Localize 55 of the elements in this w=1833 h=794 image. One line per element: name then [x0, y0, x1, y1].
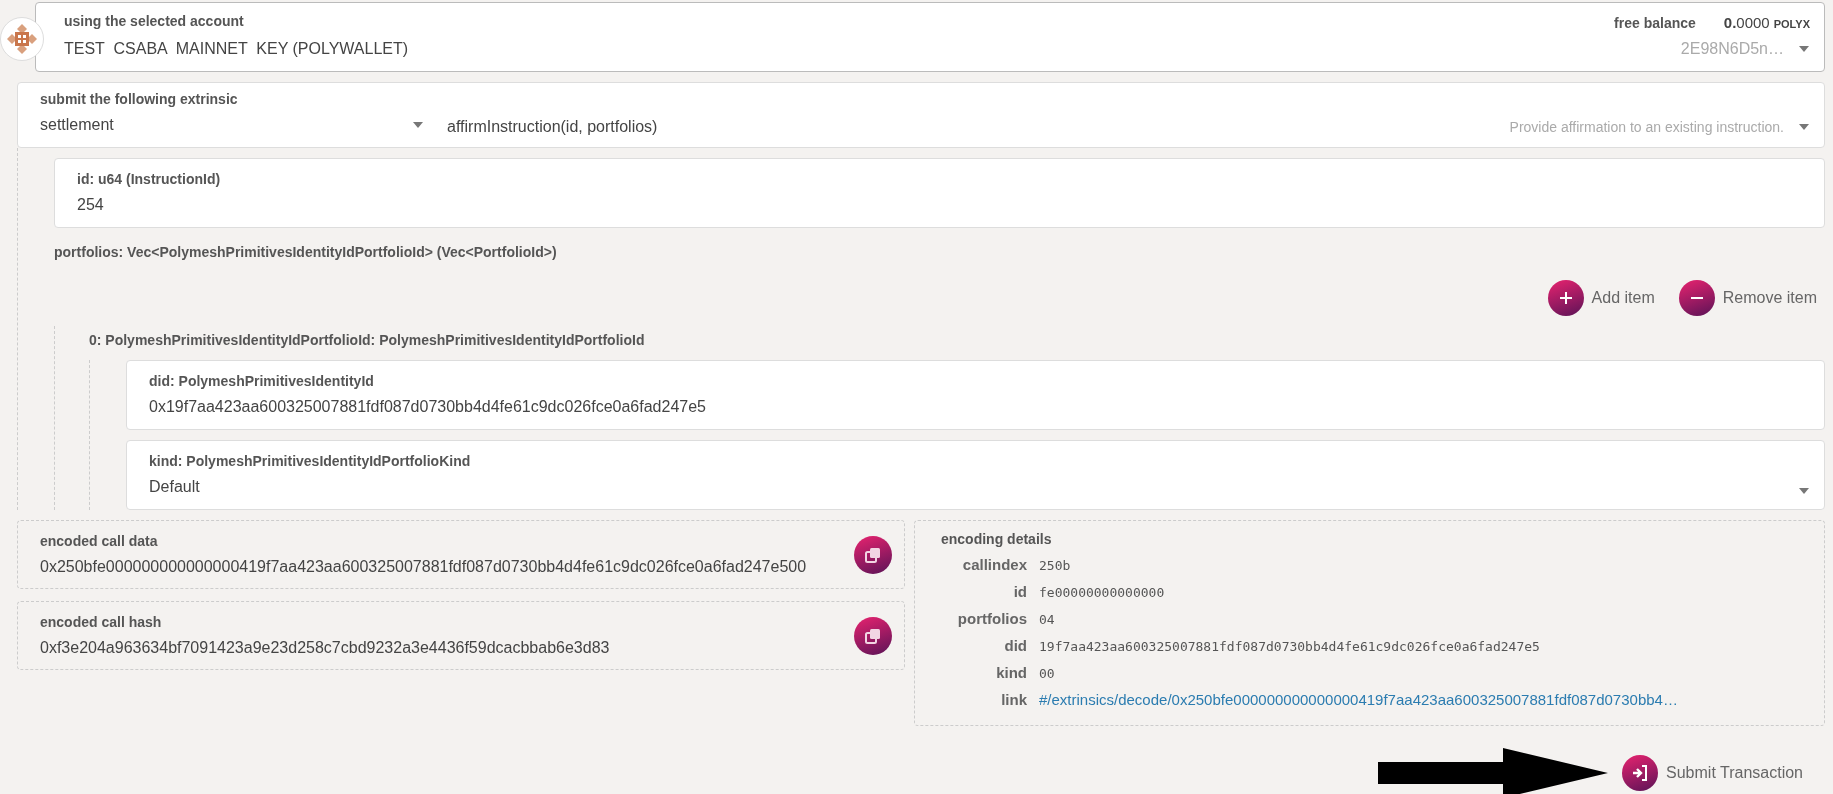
details-title: encoding details — [941, 530, 1053, 549]
encoded-label: encoded call hash — [40, 612, 163, 632]
detail-value: 19f7aa423aa600325007881fdf087d0730bb4d4fe61c9dc026fce0a6fad247e5 — [1039, 639, 1541, 654]
plus-icon — [1557, 290, 1574, 306]
copy-button[interactable] — [854, 535, 892, 574]
detail-key: link — [941, 688, 1027, 711]
field-value: Default — [149, 477, 201, 497]
detail-key: kind — [941, 661, 1027, 684]
input-field[interactable]: id: u64 (InstructionId) 254 — [54, 158, 1825, 228]
remove-item-button[interactable]: Remove item — [1678, 280, 1817, 316]
copy-icon — [864, 626, 882, 645]
detail-value: fe00000000000000 — [1039, 585, 1166, 600]
balance-label: free balance — [1614, 14, 1696, 33]
avatar-icon — [0, 17, 44, 61]
account-dropdown[interactable]: using the selected account TEST CSABA MAINNET KEY (POLYWALLET) free balance 0.0000 POLYX 2E98N6D5n… — [35, 2, 1825, 72]
method-description: Provide affirmation to an existing instruction. — [1509, 119, 1784, 135]
detail-value: 04 — [1039, 612, 1056, 627]
detail-value: 00 — [1039, 666, 1056, 681]
detail-key: id — [941, 580, 1027, 603]
minus-icon — [1688, 297, 1705, 299]
account-address: 2E98N6D5n… — [1680, 40, 1784, 58]
extrinsic-label: submit the following extrinsic — [40, 90, 239, 109]
detail-value: 250b — [1039, 558, 1072, 573]
caret-icon — [412, 121, 424, 129]
account-label: using the selected account — [64, 12, 245, 31]
caret-icon — [1798, 487, 1810, 495]
field-value: 0x19f7aa423aa600325007881fdf087d0730bb4d4fe61c9dc026fce0a6fad247e5 — [149, 397, 707, 417]
detail-key: portfolios — [941, 607, 1027, 630]
balance-value: 0.0000 POLYX — [1723, 13, 1810, 33]
section-dropdown[interactable]: submit the following extrinsic settlement — [40, 89, 436, 147]
field-label: did: PolymeshPrimitivesIdentityId — [149, 372, 375, 391]
encoded-value: 0xf3e204a963634bf7091423a9e23d258c7cbd9232a3e4436f59dcacbbab6e3d83 — [40, 637, 610, 658]
dropdown-field[interactable]: kind: PolymeshPrimitivesIdentityIdPortfolioKind Default — [126, 440, 1825, 510]
detail-key: did — [941, 634, 1027, 657]
submit-button[interactable]: Submit Transaction — [1622, 755, 1803, 791]
encoded-value: 0x250bfe000000000000000419f7aa423aa600325007881fdf087d0730bb4d4fe61c9dc026fce0a6fad247e500 — [40, 556, 807, 577]
param-label: portfolios: Vec<PolymeshPrimitivesIdentityIdPortfolioId> (Vec<PortfolioId>) — [54, 243, 558, 262]
account-name: TEST CSABA MAINNET KEY (POLYWALLET) — [64, 39, 409, 59]
input-field[interactable]: did: PolymeshPrimitivesIdentityId 0x19f7aa423aa600325007881fdf087d0730bb4d4fe61c9dc026fce0a6fad247e5 — [126, 360, 1825, 430]
add-item-button[interactable]: Add item — [1547, 280, 1655, 316]
encoded-label: encoded call data — [40, 531, 159, 551]
copy-icon — [864, 545, 882, 564]
decode-link[interactable]: #/extrinsics/decode/0x250bfe000000000000000419f7aa423aa600325007881fdf087d0730bb4… — [1039, 691, 1812, 708]
copy-button[interactable] — [854, 616, 892, 655]
field-label: id: u64 (InstructionId) — [77, 170, 222, 189]
caret-icon — [1798, 45, 1810, 53]
section-value: settlement — [40, 115, 114, 135]
detail-key: callindex — [941, 553, 1027, 576]
caret-icon — [1798, 123, 1810, 131]
item-label: 0: PolymeshPrimitivesIdentityIdPortfolioId: PolymeshPrimitivesIdentityIdPortfolioId — [89, 331, 646, 350]
field-label: kind: PolymeshPrimitivesIdentityIdPortfolioKind — [149, 452, 472, 471]
method-dropdown[interactable]: affirmInstruction(id, portfolios) Provide affirmation to an existing instruction. — [436, 115, 1810, 147]
sign-in-icon — [1631, 764, 1650, 782]
method-value: affirmInstruction(id, portfolios) — [447, 117, 658, 137]
field-value: 254 — [77, 195, 105, 215]
